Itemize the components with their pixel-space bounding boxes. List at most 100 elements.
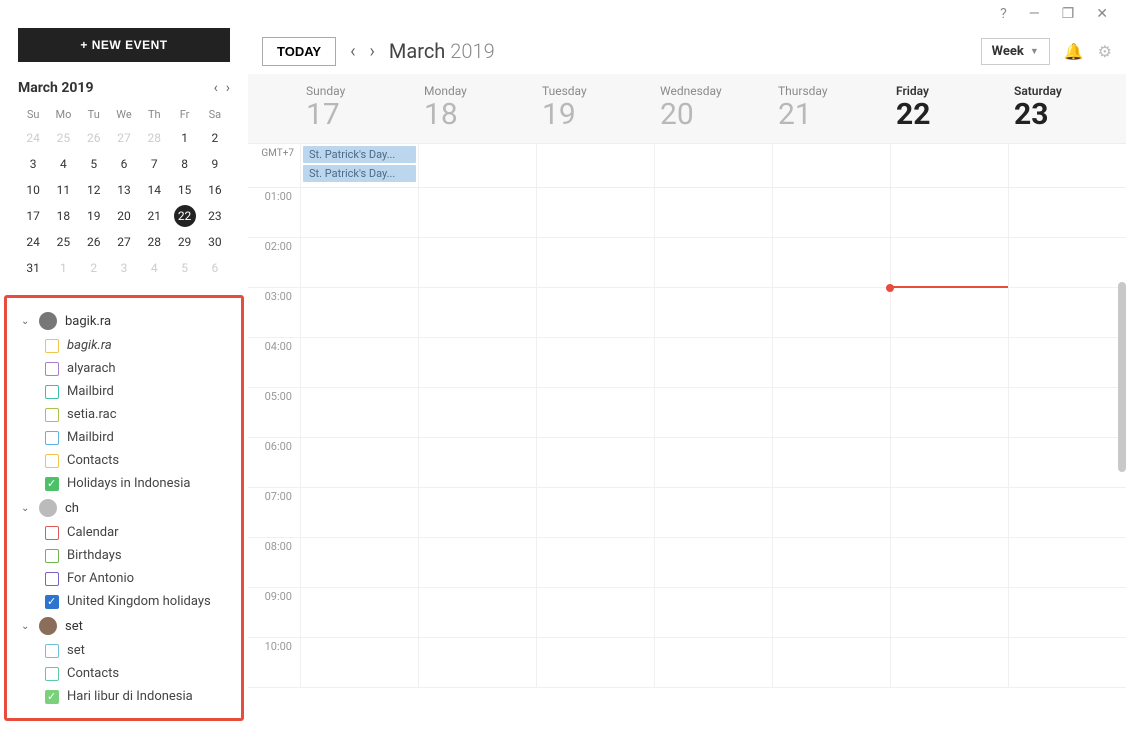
time-cell[interactable] bbox=[772, 338, 890, 387]
time-cell[interactable] bbox=[890, 638, 1008, 687]
time-cell[interactable] bbox=[654, 588, 772, 637]
calendar-item[interactable]: bagik.ra bbox=[7, 334, 241, 357]
calendar-checkbox[interactable] bbox=[45, 431, 59, 445]
maximize-icon[interactable]: ❐ bbox=[1062, 6, 1075, 22]
calendar-item[interactable]: alyarach bbox=[7, 357, 241, 380]
mini-cal-day[interactable]: 24 bbox=[18, 229, 48, 255]
mini-cal-day[interactable]: 20 bbox=[109, 203, 139, 229]
allday-cell[interactable] bbox=[772, 144, 890, 187]
mini-cal-day[interactable]: 26 bbox=[79, 125, 109, 151]
time-cell[interactable] bbox=[536, 288, 654, 337]
time-cell[interactable] bbox=[300, 388, 418, 437]
time-cell[interactable] bbox=[654, 338, 772, 387]
mini-cal-next-icon[interactable]: › bbox=[226, 80, 230, 96]
allday-event[interactable]: St. Patrick's Day... bbox=[303, 165, 416, 182]
mini-cal-day[interactable]: 16 bbox=[200, 177, 230, 203]
time-cell[interactable] bbox=[772, 588, 890, 637]
mini-cal-day[interactable]: 1 bbox=[48, 255, 78, 281]
time-cell[interactable] bbox=[1008, 388, 1126, 437]
mini-cal-day[interactable]: 18 bbox=[48, 203, 78, 229]
mini-cal-day[interactable]: 10 bbox=[18, 177, 48, 203]
mini-calendar[interactable]: SuMoTuWeThFrSa24252627281234567891011121… bbox=[18, 104, 230, 281]
time-cell[interactable] bbox=[418, 438, 536, 487]
time-cell[interactable] bbox=[654, 288, 772, 337]
time-cell[interactable] bbox=[418, 188, 536, 237]
time-cell[interactable] bbox=[1008, 488, 1126, 537]
time-cell[interactable] bbox=[418, 238, 536, 287]
mini-cal-day[interactable]: 28 bbox=[139, 229, 169, 255]
time-cell[interactable] bbox=[300, 338, 418, 387]
mini-cal-day[interactable]: 3 bbox=[18, 151, 48, 177]
calendar-checkbox[interactable] bbox=[45, 595, 59, 609]
time-cell[interactable] bbox=[772, 638, 890, 687]
calendar-checkbox[interactable] bbox=[45, 644, 59, 658]
allday-cell[interactable] bbox=[536, 144, 654, 187]
time-cell[interactable] bbox=[536, 338, 654, 387]
calendar-checkbox[interactable] bbox=[45, 385, 59, 399]
mini-cal-day[interactable]: 5 bbox=[169, 255, 199, 281]
time-cell[interactable] bbox=[1008, 638, 1126, 687]
day-column-header[interactable]: Tuesday19 bbox=[536, 74, 654, 143]
account-header[interactable]: ⌄ch bbox=[7, 495, 241, 521]
time-cell[interactable] bbox=[654, 238, 772, 287]
calendar-checkbox[interactable] bbox=[45, 339, 59, 353]
time-cell[interactable] bbox=[300, 438, 418, 487]
time-cell[interactable] bbox=[654, 488, 772, 537]
allday-cell[interactable] bbox=[1008, 144, 1126, 187]
mini-cal-day[interactable]: 22 bbox=[174, 205, 196, 227]
time-cell[interactable] bbox=[772, 388, 890, 437]
calendar-checkbox[interactable] bbox=[45, 572, 59, 586]
close-icon[interactable]: ✕ bbox=[1096, 6, 1108, 22]
mini-cal-day[interactable]: 6 bbox=[109, 151, 139, 177]
mini-cal-day[interactable]: 1 bbox=[169, 125, 199, 151]
time-cell[interactable] bbox=[654, 438, 772, 487]
day-column-header[interactable]: Sunday17 bbox=[300, 74, 418, 143]
time-cell[interactable] bbox=[536, 188, 654, 237]
time-cell[interactable] bbox=[890, 188, 1008, 237]
mini-cal-day[interactable]: 21 bbox=[139, 203, 169, 229]
time-cell[interactable] bbox=[418, 288, 536, 337]
mini-cal-day[interactable]: 2 bbox=[200, 125, 230, 151]
mini-cal-day[interactable]: 17 bbox=[18, 203, 48, 229]
day-column-header[interactable]: Saturday23 bbox=[1008, 74, 1126, 143]
time-cell[interactable] bbox=[418, 538, 536, 587]
mini-cal-day[interactable]: 9 bbox=[200, 151, 230, 177]
mini-cal-day[interactable]: 27 bbox=[109, 125, 139, 151]
mini-cal-day[interactable]: 13 bbox=[109, 177, 139, 203]
mini-cal-day[interactable]: 25 bbox=[48, 125, 78, 151]
calendar-checkbox[interactable] bbox=[45, 526, 59, 540]
today-button[interactable]: TODAY bbox=[262, 37, 336, 66]
time-cell[interactable] bbox=[536, 438, 654, 487]
mini-cal-day[interactable]: 3 bbox=[109, 255, 139, 281]
mini-cal-day[interactable]: 6 bbox=[200, 255, 230, 281]
time-cell[interactable] bbox=[772, 538, 890, 587]
time-cell[interactable] bbox=[772, 288, 890, 337]
allday-cell[interactable] bbox=[418, 144, 536, 187]
time-cell[interactable] bbox=[654, 388, 772, 437]
time-cell[interactable] bbox=[536, 638, 654, 687]
view-selector[interactable]: Week▼ bbox=[981, 38, 1050, 65]
calendar-item[interactable]: Birthdays bbox=[7, 544, 241, 567]
mini-cal-day[interactable]: 30 bbox=[200, 229, 230, 255]
mini-cal-day[interactable]: 27 bbox=[109, 229, 139, 255]
time-cell[interactable] bbox=[536, 388, 654, 437]
mini-cal-day[interactable]: 26 bbox=[79, 229, 109, 255]
allday-cell[interactable] bbox=[654, 144, 772, 187]
time-cell[interactable] bbox=[1008, 588, 1126, 637]
time-cell[interactable] bbox=[772, 238, 890, 287]
mini-cal-prev-icon[interactable]: ‹ bbox=[214, 80, 218, 96]
day-column-header[interactable]: Wednesday20 bbox=[654, 74, 772, 143]
calendar-item[interactable]: Calendar bbox=[7, 521, 241, 544]
allday-cell[interactable] bbox=[890, 144, 1008, 187]
mini-cal-day[interactable]: 14 bbox=[139, 177, 169, 203]
calendar-item[interactable]: Contacts bbox=[7, 662, 241, 685]
time-cell[interactable] bbox=[536, 238, 654, 287]
calendar-item[interactable]: Mailbird bbox=[7, 380, 241, 403]
bell-icon[interactable]: 🔔 bbox=[1064, 42, 1084, 61]
gear-icon[interactable]: ⚙ bbox=[1098, 42, 1112, 61]
time-cell[interactable] bbox=[418, 638, 536, 687]
calendar-item[interactable]: set bbox=[7, 639, 241, 662]
time-cell[interactable] bbox=[654, 538, 772, 587]
time-cell[interactable] bbox=[1008, 188, 1126, 237]
mini-cal-day[interactable]: 28 bbox=[139, 125, 169, 151]
